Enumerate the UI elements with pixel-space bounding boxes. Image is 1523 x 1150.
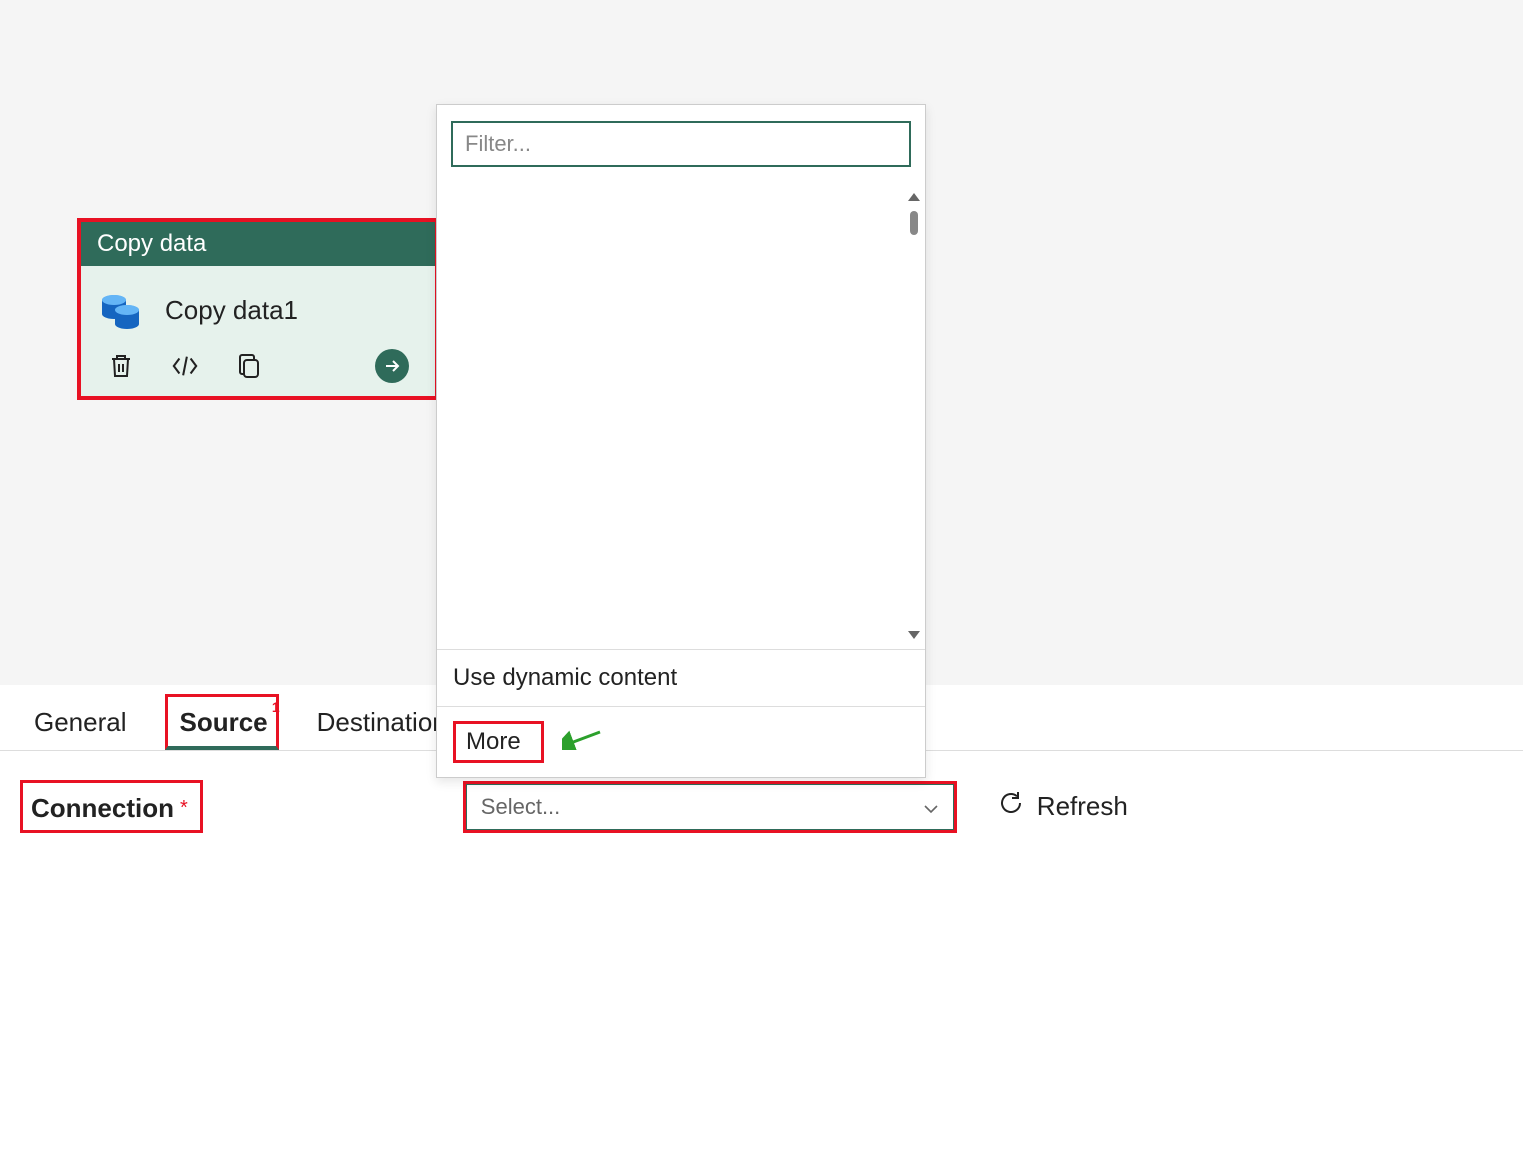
delete-icon[interactable]	[107, 352, 135, 380]
activity-header: Copy data	[81, 222, 435, 266]
copy-icon[interactable]	[235, 352, 263, 380]
filter-input[interactable]	[451, 121, 911, 167]
activity-name: Copy data1	[165, 295, 298, 326]
connection-select[interactable]: Select...	[466, 784, 954, 830]
chevron-down-icon	[923, 794, 939, 820]
refresh-label: Refresh	[1037, 791, 1128, 822]
connection-dropdown-panel: Use dynamic content More	[436, 104, 926, 778]
use-dynamic-content-option[interactable]: Use dynamic content	[437, 650, 925, 707]
annotation-arrow-icon	[562, 728, 602, 757]
tab-destination[interactable]: Destination 1	[309, 693, 455, 750]
connection-label: Connection	[31, 793, 174, 824]
connection-select-placeholder: Select...	[481, 794, 560, 820]
scroll-thumb[interactable]	[910, 211, 918, 235]
dropdown-list-area[interactable]	[437, 183, 925, 650]
required-star-icon: *	[180, 797, 188, 820]
database-icon	[97, 286, 145, 334]
tab-source-badge: 1	[272, 699, 280, 715]
refresh-icon	[997, 789, 1025, 824]
more-option-label: More	[453, 721, 544, 763]
code-icon[interactable]	[171, 352, 199, 380]
tab-source-label: Source	[180, 707, 268, 737]
more-option-row[interactable]: More	[437, 707, 925, 777]
connection-row: Connection * Select... Refresh	[20, 780, 1503, 833]
refresh-button[interactable]: Refresh	[997, 789, 1128, 824]
copy-data-activity[interactable]: Copy data Copy data1	[77, 218, 439, 400]
tab-source[interactable]: Source 1	[165, 694, 279, 750]
scroll-up-icon[interactable]	[908, 193, 920, 201]
connection-label-box: Connection *	[20, 780, 203, 833]
run-arrow-icon[interactable]	[375, 349, 409, 383]
source-form: Connection * Select... Refresh	[0, 770, 1523, 843]
activity-body: Copy data1	[81, 266, 435, 346]
scroll-down-icon[interactable]	[908, 631, 920, 639]
filter-wrap	[437, 105, 925, 183]
tab-destination-label: Destination	[317, 707, 447, 737]
connection-select-wrapper: Select...	[463, 781, 957, 833]
activity-toolbar	[81, 346, 435, 396]
scrollbar[interactable]	[909, 193, 919, 639]
tab-general[interactable]: General	[26, 693, 135, 750]
